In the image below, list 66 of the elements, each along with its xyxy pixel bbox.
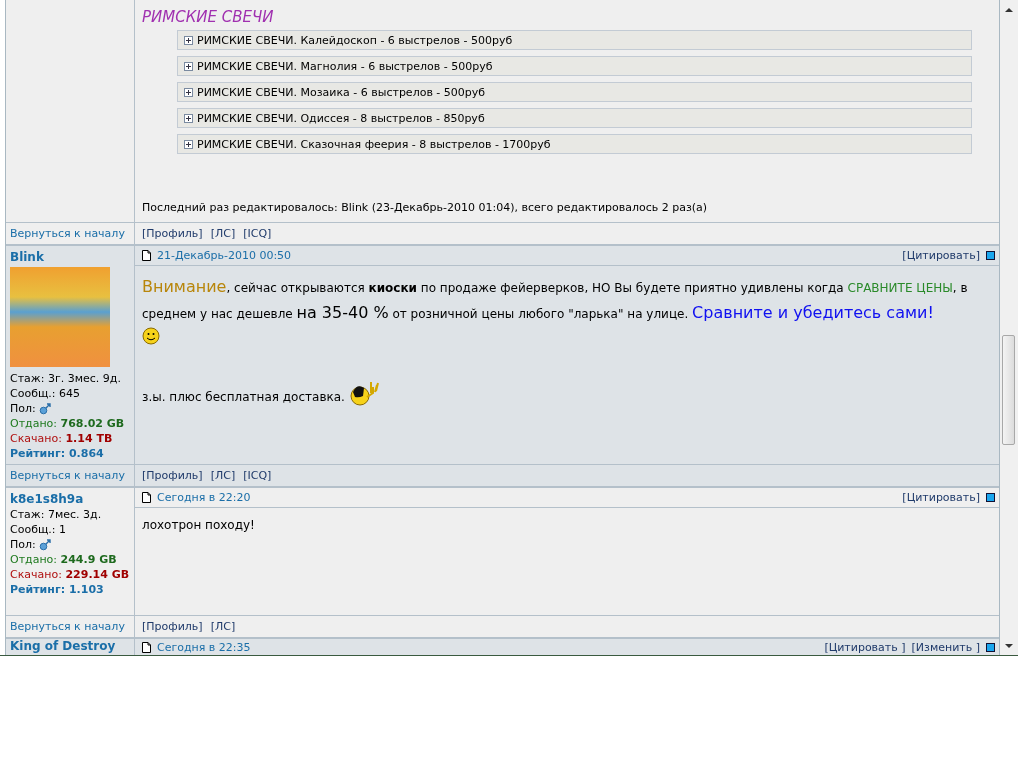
scroll-down-icon[interactable] (1005, 644, 1013, 649)
spoiler-row[interactable]: РИМСКИЕ СВЕЧИ. Мозаика - 6 выстрелов - 500руб (177, 82, 972, 102)
author-name[interactable]: Blink (10, 250, 130, 264)
profile-link[interactable]: [ЛС] (210, 227, 236, 240)
spoiler-title: РИМСКИЕ СВЕЧИ. Магнолия - 6 выстрелов - 500руб (197, 59, 493, 73)
profile-link[interactable]: [ЛС] (210, 469, 236, 482)
male-icon (38, 402, 51, 415)
quote-link[interactable]: [Цитировать] (902, 491, 980, 504)
document-icon (142, 250, 151, 261)
uploaded-stat: Отдано: 244.9 GB (10, 553, 118, 566)
spoiler-title: РИМСКИЕ СВЕЧИ. Одиссея - 8 выстрелов - 850руб (197, 111, 485, 125)
square-icon (986, 493, 995, 502)
profile-link[interactable]: [ICQ] (243, 469, 272, 482)
post-date-link[interactable]: Сегодня в 22:35 (157, 640, 251, 654)
rocker-smiley-icon (348, 379, 379, 408)
profile-link[interactable]: [Профиль] (142, 469, 203, 482)
square-icon (986, 642, 995, 652)
profile-link[interactable]: [Профиль] (142, 620, 203, 633)
expand-icon (184, 139, 193, 149)
quote-link[interactable]: [Изменить ] (911, 640, 980, 654)
post-text: з.ы. плюс бесплатная доставка. (142, 390, 345, 404)
expand-icon (184, 113, 193, 123)
rating-stat: Рейтинг: 1.103 (10, 583, 105, 596)
post-text: Внимание, сейчас открываются киоски по продаже фейерверков, НО Вы будете приятно удивлены когда СРАВНИТЕ ЦЕНЫ, в среднем у нас дешевле на 35-40 % от розничной цены любого "ларька" на улице. Сравните и убедитесь сами! (142, 281, 968, 321)
author-stat: Стаж: 7мес. 3д. (10, 508, 103, 521)
spoiler-title: РИМСКИЕ СВЕЧИ. Калейдоскоп - 6 выстрелов - 500руб (197, 33, 513, 47)
document-icon (142, 492, 151, 503)
author-stat: Стаж: 3г. 3мес. 9д. (10, 372, 122, 385)
profile-link[interactable]: [ICQ] (243, 227, 272, 240)
uploaded-stat: Отдано: 768.02 GB (10, 417, 126, 430)
document-icon (142, 641, 151, 653)
author-name[interactable]: k8e1s8h9a (10, 492, 130, 506)
author-stat: Сообщ.: 1 (10, 523, 67, 536)
rating-stat: Рейтинг: 0.864 (10, 447, 105, 460)
smiley-icon (142, 327, 160, 346)
author-name[interactable]: King of Destroy (10, 639, 130, 653)
male-icon (38, 538, 51, 551)
section-heading: РИМСКИЕ СВЕЧИ (142, 8, 275, 26)
gender-label: Пол: (10, 538, 36, 551)
post-date-link[interactable]: Сегодня в 22:20 (157, 491, 251, 504)
back-to-top-link[interactable]: Вернуться к началу (10, 620, 125, 633)
downloaded-stat: Скачано: 1.14 TB (10, 432, 114, 445)
spoiler-row[interactable]: РИМСКИЕ СВЕЧИ. Сказочная феерия - 8 выстрелов - 1700руб (177, 134, 972, 154)
back-to-top-link[interactable]: Вернуться к началу (10, 469, 125, 482)
quote-link[interactable]: [Цитировать ] (824, 640, 906, 654)
downloaded-stat: Скачано: 229.14 GB (10, 568, 130, 581)
profile-link[interactable]: [Профиль] (142, 227, 203, 240)
spoiler-title: РИМСКИЕ СВЕЧИ. Сказочная феерия - 8 выстрелов - 1700руб (197, 137, 551, 151)
author-stat: Сообщ.: 645 (10, 387, 81, 400)
back-to-top-link[interactable]: Вернуться к началу (10, 227, 125, 240)
quote-link[interactable]: [Цитировать] (902, 249, 980, 262)
edit-note: Последний раз редактировалось: Blink (23-Декабрь-2010 01:04), всего редактировалось 2 раз(а) (142, 201, 709, 214)
square-icon (986, 251, 995, 260)
profile-link[interactable]: [ЛС] (210, 620, 236, 633)
spoiler-title: РИМСКИЕ СВЕЧИ. Мозаика - 6 выстрелов - 500руб (197, 85, 486, 99)
spoiler-row[interactable]: РИМСКИЕ СВЕЧИ. Одиссея - 8 выстрелов - 850руб (177, 108, 972, 128)
scrollbar-thumb[interactable] (1002, 335, 1015, 445)
gender-label: Пол: (10, 402, 36, 415)
spoiler-row[interactable]: РИМСКИЕ СВЕЧИ. Калейдоскоп - 6 выстрелов - 500руб (177, 30, 972, 50)
spoiler-row[interactable]: РИМСКИЕ СВЕЧИ. Магнолия - 6 выстрелов - 500руб (177, 56, 972, 76)
post-date-link[interactable]: 21-Декабрь-2010 00:50 (157, 249, 292, 262)
expand-icon (184, 61, 193, 71)
scroll-up-icon[interactable] (1005, 7, 1013, 12)
expand-icon (184, 35, 193, 45)
post-text: лохотрон походу! (142, 518, 255, 532)
expand-icon (184, 87, 193, 97)
